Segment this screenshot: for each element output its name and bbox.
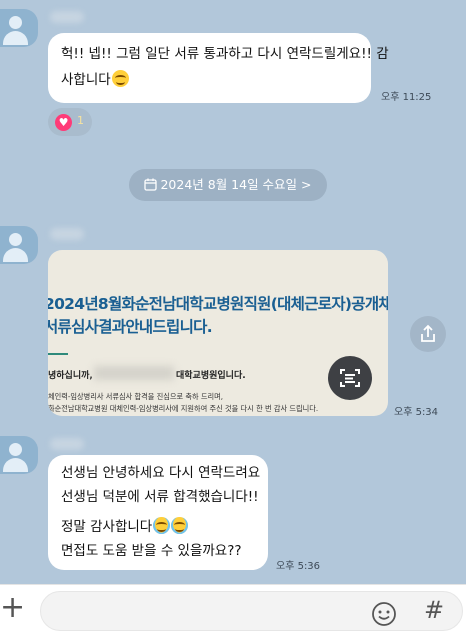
photo-time: 오후 5:34 [394, 407, 439, 418]
text-scan-icon [340, 369, 360, 387]
photo-greeting-start: 녕하십니까, [48, 371, 93, 381]
tears-of-joy-emoji-icon [171, 517, 189, 534]
calendar-icon [144, 178, 158, 191]
heart-icon: ♥ [55, 114, 72, 131]
photo-greeting-end: 대학교병원입니다. [176, 371, 246, 381]
photo-title-line: 서류심사결과안내드립니다. [48, 318, 213, 336]
tears-of-joy-emoji-icon [153, 517, 171, 534]
message-text: 선생님 덕분에 서류 합격했습니다!! [61, 489, 259, 505]
plus-icon[interactable]: + [0, 593, 25, 623]
photo-body-line: 체인력-임상병리사 서류심사 합격을 진심으로 축하 드리며, [48, 392, 224, 401]
photo-redaction [94, 366, 174, 380]
reaction-badge[interactable]: ♥ 1 [48, 108, 92, 136]
sender-name-blurred [50, 11, 84, 23]
input-bar: + # [0, 584, 466, 634]
reaction-count: 1 [77, 114, 84, 127]
message-bubble[interactable]: 헉!! 넵!! 그럼 일단 서류 통과하고 다시 연락드릴게요!! 감 사합니다 [48, 33, 389, 103]
text-scan-button[interactable] [328, 356, 372, 400]
sender-avatar[interactable] [0, 9, 38, 47]
message-input[interactable] [40, 591, 463, 631]
message-time: 오후 5:36 [276, 561, 321, 572]
sender-avatar[interactable] [0, 226, 38, 264]
message-text: 선생님 안녕하세요 다시 연락드려요 [61, 465, 261, 481]
message-text: 면접도 도움 받을 수 있을까요?? [61, 543, 242, 559]
hash-icon[interactable]: # [421, 596, 447, 624]
date-label: 2024년 8월 14일 수요일 > [160, 177, 312, 192]
message-text: 정말 감사합니다 [61, 519, 153, 535]
sender-avatar[interactable] [0, 436, 38, 474]
message-time: 오후 11:25 [381, 92, 432, 103]
photo-body-line: 화순전남대학교병원 대체인력-임상병리사에 지원하여 주신 것을 다시 한 번 … [48, 404, 319, 413]
smiling-face-emoji-icon [111, 70, 129, 87]
photo-title-line: 2024년8월화순전남대학교병원직원(대체근로자)공개채용공 [48, 295, 388, 313]
message-bubble[interactable]: 선생님 안녕하세요 다시 연락드려요 선생님 덕분에 서류 합격했습니다!! 정… [48, 455, 268, 570]
message-text: 헉!! 넵!! 그럼 일단 서류 통과하고 다시 연락드릴게요!! 감 [61, 46, 389, 62]
share-icon [421, 324, 435, 342]
message-text: 사합니다 [61, 72, 111, 88]
date-divider[interactable]: 2024년 8월 14일 수요일 > [129, 169, 327, 201]
sender-name-blurred [50, 438, 84, 450]
photo-divider [48, 353, 68, 355]
sender-name-blurred [50, 228, 84, 240]
share-button[interactable] [410, 316, 446, 352]
emoji-icon[interactable] [371, 601, 397, 627]
